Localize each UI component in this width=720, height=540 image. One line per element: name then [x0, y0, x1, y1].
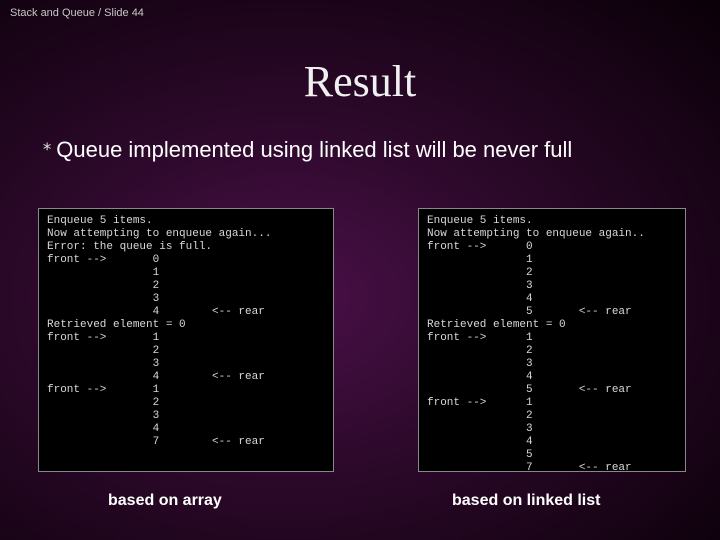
- caption-linked-list: based on linked list: [452, 492, 600, 510]
- bullet-line: *Queue implemented using linked list wil…: [42, 136, 680, 165]
- slide-title: Result: [0, 56, 720, 107]
- bullet-text: Queue implemented using linked list will…: [56, 137, 572, 162]
- output-panel-linked-list: Enqueue 5 items. Now attempting to enque…: [418, 208, 686, 472]
- asterisk-icon: *: [42, 140, 52, 160]
- output-panel-array: Enqueue 5 items. Now attempting to enque…: [38, 208, 334, 472]
- breadcrumb: Stack and Queue / Slide 44: [10, 7, 144, 19]
- caption-array: based on array: [108, 492, 222, 510]
